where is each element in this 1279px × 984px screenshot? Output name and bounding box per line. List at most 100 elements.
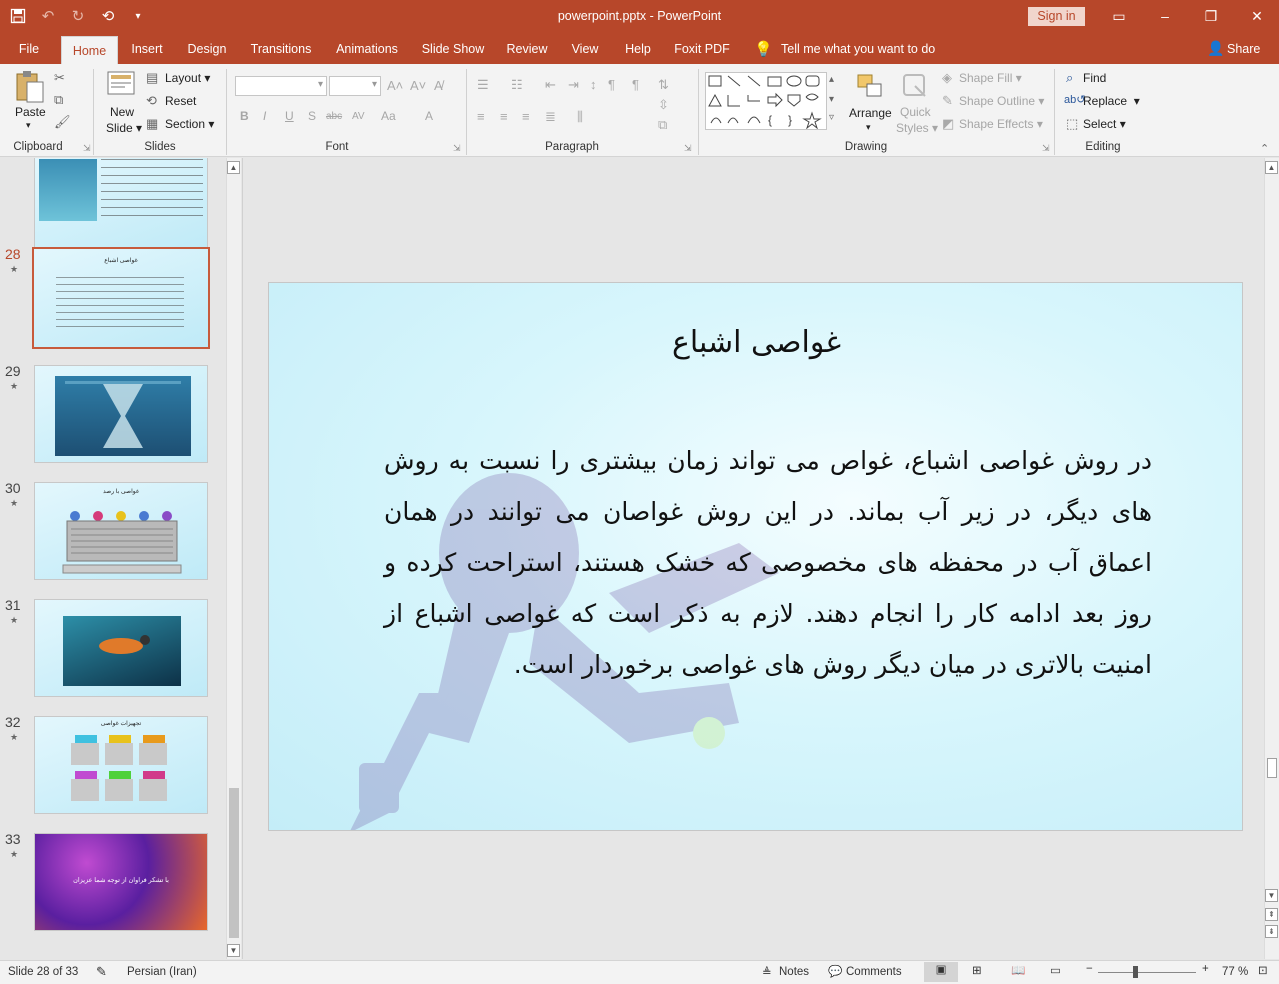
decrease-indent-icon[interactable]: ⇤ <box>545 77 556 93</box>
decrease-font-icon[interactable]: A˅ <box>410 78 426 93</box>
align-center-icon[interactable]: ≡ <box>500 109 508 124</box>
gallery-scroll-down-icon[interactable]: ▾ <box>829 94 834 105</box>
italic-button[interactable]: I <box>263 109 266 123</box>
fit-slide-icon[interactable]: ⊡ <box>1258 963 1268 977</box>
paste-dropdown-icon[interactable]: ▾ <box>26 120 31 131</box>
underline-button[interactable]: U <box>285 109 294 123</box>
language-indicator[interactable]: Persian (Iran) <box>127 966 197 978</box>
select-button[interactable]: Select ▾ <box>1083 117 1126 131</box>
zoom-level[interactable]: 77 % <box>1222 966 1248 978</box>
font-name-dropdown[interactable]: ▾ <box>235 76 327 96</box>
bullets-icon[interactable]: ☰ <box>477 77 489 93</box>
arrange-dropdown-icon[interactable]: ▾ <box>866 122 871 133</box>
close-icon[interactable]: ✕ <box>1242 5 1272 27</box>
bold-button[interactable]: B <box>240 109 249 123</box>
paste-button[interactable]: Paste <box>15 105 46 119</box>
zoom-in-icon[interactable]: + <box>1202 963 1209 975</box>
reading-view-icon[interactable]: 📖 <box>1011 963 1025 977</box>
section-button[interactable]: Section ▾ <box>165 117 214 131</box>
slide-title[interactable]: غواصی اشباع <box>269 325 1242 360</box>
slide-thumbnail-31[interactable] <box>34 599 208 697</box>
sign-in-button[interactable]: Sign in <box>1028 7 1085 26</box>
tab-help[interactable]: Help <box>619 34 657 64</box>
slide-thumbnail-28[interactable]: غواصی اشباع <box>32 247 210 349</box>
shape-fill-button[interactable]: Shape Fill ▾ <box>959 71 1022 85</box>
scroll-up-icon[interactable]: ▲ <box>227 161 240 174</box>
share-button[interactable]: Share <box>1227 34 1260 64</box>
clear-formatting-icon[interactable]: A̸ <box>434 78 443 93</box>
layout-button[interactable]: Layout ▾ <box>165 71 210 85</box>
tab-slide-show[interactable]: Slide Show <box>418 34 488 64</box>
new-slide-icon[interactable] <box>106 70 138 100</box>
cut-icon[interactable]: ✂ <box>54 70 65 86</box>
spelling-icon[interactable]: ✎ <box>96 964 107 980</box>
justify-icon[interactable]: ≣ <box>545 109 556 125</box>
format-painter-icon[interactable]: 🖌 <box>54 114 71 130</box>
slide-scrollbar[interactable]: ▲ ▼ ⇞ ⇟ <box>1264 158 1279 959</box>
drawing-launcher-icon[interactable]: ⇲ <box>1042 143 1050 154</box>
tell-me-search[interactable]: Tell me what you want to do <box>781 34 935 64</box>
slide-thumbnail-32[interactable]: تجهیزات غواصی <box>34 716 208 814</box>
slide-thumbnail-33[interactable]: با تشکر فراوان از توجه شما عزیزان <box>34 833 208 931</box>
arrange-icon[interactable] <box>855 72 885 105</box>
current-slide[interactable]: غواصی اشباع در روش غواصی اشباع، غواص می … <box>268 282 1243 831</box>
clipboard-launcher-icon[interactable]: ⇲ <box>83 143 91 154</box>
align-text-icon[interactable]: ⇳ <box>658 97 669 113</box>
shape-effects-button[interactable]: Shape Effects ▾ <box>959 117 1043 131</box>
tab-file[interactable]: File <box>10 34 48 64</box>
scroll-up-icon[interactable]: ▲ <box>1265 161 1278 174</box>
rtl-icon[interactable]: ¶ <box>608 77 615 92</box>
tab-foxit-pdf[interactable]: Foxit PDF <box>672 34 732 64</box>
paragraph-launcher-icon[interactable]: ⇲ <box>684 143 692 154</box>
comments-button[interactable]: Comments <box>846 966 902 978</box>
columns-icon[interactable]: ⫼ <box>577 109 583 125</box>
line-spacing-icon[interactable]: ↕ <box>590 77 597 92</box>
align-right-icon[interactable]: ≡ <box>522 109 530 124</box>
align-left-icon[interactable]: ≡ <box>477 109 485 124</box>
ltr-icon[interactable]: ¶ <box>632 77 639 92</box>
scroll-down-icon[interactable]: ▼ <box>1265 889 1278 902</box>
font-size-dropdown[interactable]: ▾ <box>329 76 381 96</box>
notes-button[interactable]: Notes <box>779 966 809 978</box>
scrollbar-thumb[interactable] <box>229 788 239 938</box>
numbering-icon[interactable]: ☷ <box>511 77 523 93</box>
minimize-icon[interactable]: – <box>1150 5 1180 27</box>
find-button[interactable]: Find <box>1083 71 1106 85</box>
zoom-slider[interactable] <box>1098 972 1196 973</box>
slide-thumbnail-29[interactable] <box>34 365 208 463</box>
ribbon-display-icon[interactable]: ▭ <box>1104 5 1134 27</box>
tab-home[interactable]: Home <box>61 36 118 64</box>
shape-outline-button[interactable]: Shape Outline ▾ <box>959 94 1044 108</box>
new-slide-button[interactable]: Slide ▾ <box>106 121 142 135</box>
scrollbar-thumb[interactable] <box>1267 758 1277 778</box>
slide-sorter-icon[interactable]: ⊞ <box>972 963 982 977</box>
shapes-gallery[interactable]: {} <box>705 72 827 130</box>
tab-insert[interactable]: Insert <box>126 34 168 64</box>
slide-body-text[interactable]: در روش غواصی اشباع، غواص می تواند زمان ب… <box>384 435 1152 690</box>
tab-review[interactable]: Review <box>503 34 551 64</box>
slideshow-view-icon[interactable]: ▭ <box>1050 963 1061 977</box>
paste-icon[interactable] <box>14 70 48 106</box>
restore-icon[interactable]: ❐ <box>1196 5 1226 27</box>
gallery-scroll-icon[interactable]: ▴ <box>829 74 834 85</box>
previous-slide-icon[interactable]: ⇞ <box>1265 908 1278 921</box>
tab-design[interactable]: Design <box>183 34 231 64</box>
font-launcher-icon[interactable]: ⇲ <box>453 143 461 154</box>
strikethrough-button[interactable]: abc <box>326 111 342 122</box>
increase-font-icon[interactable]: A˄ <box>387 78 403 93</box>
shadow-button[interactable]: S <box>308 109 316 123</box>
tab-view[interactable]: View <box>566 34 604 64</box>
change-case-button[interactable]: Aa <box>381 109 396 123</box>
copy-icon[interactable]: ⧉ <box>54 92 63 108</box>
thumbnail-scrollbar[interactable]: ▲ ▼ <box>226 158 241 959</box>
gallery-more-icon[interactable]: ▿ <box>829 112 834 123</box>
quick-styles-button[interactable]: Styles ▾ <box>896 121 938 135</box>
scroll-down-icon[interactable]: ▼ <box>227 944 240 957</box>
tab-animations[interactable]: Animations <box>331 34 403 64</box>
zoom-slider-thumb[interactable] <box>1133 966 1138 978</box>
slide-thumbnail-27[interactable] <box>34 158 208 252</box>
new-slide-label[interactable]: New <box>110 105 134 119</box>
slide-thumbnail-30[interactable]: غواصی با رصد <box>34 482 208 580</box>
next-slide-icon[interactable]: ⇟ <box>1265 925 1278 938</box>
normal-view-icon[interactable]: ▣ <box>924 962 958 982</box>
